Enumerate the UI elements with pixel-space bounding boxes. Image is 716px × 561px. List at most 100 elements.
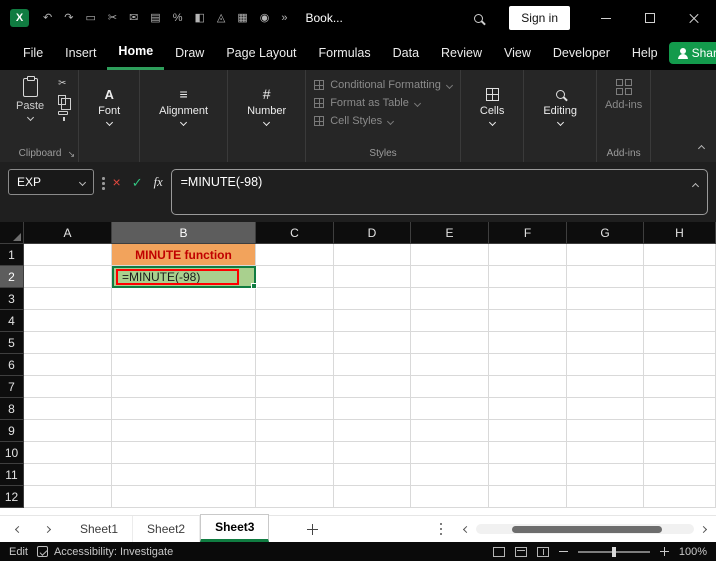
cell-G3[interactable] bbox=[567, 288, 644, 310]
row-header-12[interactable]: 12 bbox=[0, 486, 24, 508]
name-box[interactable]: EXP bbox=[8, 169, 94, 195]
cell-C2[interactable] bbox=[256, 266, 334, 288]
tab-data[interactable]: Data bbox=[382, 36, 430, 70]
sign-in-button[interactable]: Sign in bbox=[509, 6, 570, 30]
cell-E5[interactable] bbox=[411, 332, 489, 354]
sheet-tab-sheet3[interactable]: Sheet3 bbox=[200, 514, 270, 542]
zoom-in-button[interactable] bbox=[659, 547, 669, 556]
cell-B8[interactable] bbox=[112, 398, 256, 420]
cell-B1[interactable]: MINUTE function bbox=[112, 244, 256, 266]
cell-E10[interactable] bbox=[411, 442, 489, 464]
collapse-ribbon-button[interactable] bbox=[697, 138, 706, 156]
share-button[interactable]: Share bbox=[668, 42, 716, 64]
cell-G7[interactable] bbox=[567, 376, 644, 398]
cell-F5[interactable] bbox=[489, 332, 567, 354]
cell-F11[interactable] bbox=[489, 464, 567, 486]
sheet-tab-sheet2[interactable]: Sheet2 bbox=[133, 516, 201, 542]
undo-icon[interactable]: ↶ bbox=[37, 0, 58, 36]
addins-icon[interactable] bbox=[615, 79, 632, 95]
row-header-4[interactable]: 4 bbox=[0, 310, 24, 332]
cell-G2[interactable] bbox=[567, 266, 644, 288]
conditional-formatting-button[interactable]: Conditional Formatting bbox=[314, 79, 453, 91]
tab-help[interactable]: Help bbox=[621, 36, 669, 70]
paste-button[interactable]: Paste bbox=[10, 76, 50, 146]
column-header-G[interactable]: G bbox=[567, 222, 644, 244]
column-header-A[interactable]: A bbox=[24, 222, 112, 244]
formula-input[interactable]: =MINUTE(-98) bbox=[170, 169, 708, 215]
cell-E3[interactable] bbox=[411, 288, 489, 310]
tab-insert[interactable]: Insert bbox=[54, 36, 107, 70]
cell-A11[interactable] bbox=[24, 464, 112, 486]
cell-styles-button[interactable]: Cell Styles bbox=[314, 115, 395, 127]
new-sheet-button[interactable] bbox=[299, 516, 325, 542]
cell-E12[interactable] bbox=[411, 486, 489, 508]
alignment-button[interactable]: ≡ Alignment bbox=[148, 76, 219, 146]
clipboard-dialog-launcher-icon[interactable]: ↘ bbox=[68, 150, 76, 159]
cell-A10[interactable] bbox=[24, 442, 112, 464]
cell-A4[interactable] bbox=[24, 310, 112, 332]
scroll-left-button[interactable] bbox=[462, 525, 471, 533]
cell-D7[interactable] bbox=[334, 376, 411, 398]
cell-H1[interactable] bbox=[644, 244, 716, 266]
tab-file[interactable]: File bbox=[12, 36, 54, 70]
paste-page-icon[interactable]: ▭ bbox=[79, 0, 101, 36]
cell-E6[interactable] bbox=[411, 354, 489, 376]
cell-D8[interactable] bbox=[334, 398, 411, 420]
cell-E2[interactable] bbox=[411, 266, 489, 288]
cell-B12[interactable] bbox=[112, 486, 256, 508]
cell-H6[interactable] bbox=[644, 354, 716, 376]
column-header-D[interactable]: D bbox=[334, 222, 411, 244]
cell-D2[interactable] bbox=[334, 266, 411, 288]
camera-icon[interactable]: ◉ bbox=[254, 0, 276, 36]
cell-C8[interactable] bbox=[256, 398, 334, 420]
number-button[interactable]: # Number bbox=[236, 76, 297, 146]
normal-view-button[interactable] bbox=[492, 546, 505, 557]
cell-B10[interactable] bbox=[112, 442, 256, 464]
cell-C10[interactable] bbox=[256, 442, 334, 464]
row-header-6[interactable]: 6 bbox=[0, 354, 24, 376]
next-sheet-button[interactable] bbox=[43, 525, 52, 533]
cell-F12[interactable] bbox=[489, 486, 567, 508]
cell-C7[interactable] bbox=[256, 376, 334, 398]
column-header-B[interactable]: B bbox=[112, 222, 256, 244]
cell-C11[interactable] bbox=[256, 464, 334, 486]
cell-D5[interactable] bbox=[334, 332, 411, 354]
cancel-button[interactable]: × bbox=[113, 175, 121, 189]
cell-F9[interactable] bbox=[489, 420, 567, 442]
format-as-table-button[interactable]: Format as Table bbox=[314, 97, 421, 109]
cell-H7[interactable] bbox=[644, 376, 716, 398]
column-header-F[interactable]: F bbox=[489, 222, 567, 244]
cell-F6[interactable] bbox=[489, 354, 567, 376]
cell-A8[interactable] bbox=[24, 398, 112, 420]
zoom-slider-thumb[interactable] bbox=[612, 546, 617, 557]
cell-B11[interactable] bbox=[112, 464, 256, 486]
cell-H12[interactable] bbox=[644, 486, 716, 508]
cell-C6[interactable] bbox=[256, 354, 334, 376]
print-icon[interactable]: ▤ bbox=[144, 0, 166, 36]
cell-E11[interactable] bbox=[411, 464, 489, 486]
cell-C4[interactable] bbox=[256, 310, 334, 332]
column-header-C[interactable]: C bbox=[256, 222, 334, 244]
row-header-8[interactable]: 8 bbox=[0, 398, 24, 420]
tab-developer[interactable]: Developer bbox=[542, 36, 621, 70]
cell-H10[interactable] bbox=[644, 442, 716, 464]
cell-B2[interactable]: =MINUTE(-98) bbox=[112, 266, 257, 289]
cell-E9[interactable] bbox=[411, 420, 489, 442]
cell-E1[interactable] bbox=[411, 244, 489, 266]
cell-B4[interactable] bbox=[112, 310, 256, 332]
cell-E4[interactable] bbox=[411, 310, 489, 332]
cell-D6[interactable] bbox=[334, 354, 411, 376]
row-header-7[interactable]: 7 bbox=[0, 376, 24, 398]
cell-B3[interactable] bbox=[112, 288, 256, 310]
tab-page-layout[interactable]: Page Layout bbox=[215, 36, 307, 70]
cell-G5[interactable] bbox=[567, 332, 644, 354]
cell-B9[interactable] bbox=[112, 420, 256, 442]
column-header-E[interactable]: E bbox=[411, 222, 489, 244]
cell-F1[interactable] bbox=[489, 244, 567, 266]
cut-icon[interactable]: ✂ bbox=[102, 0, 123, 36]
cell-D11[interactable] bbox=[334, 464, 411, 486]
cell-D12[interactable] bbox=[334, 486, 411, 508]
cell-E7[interactable] bbox=[411, 376, 489, 398]
cell-A7[interactable] bbox=[24, 376, 112, 398]
copy-button[interactable] bbox=[58, 95, 72, 110]
